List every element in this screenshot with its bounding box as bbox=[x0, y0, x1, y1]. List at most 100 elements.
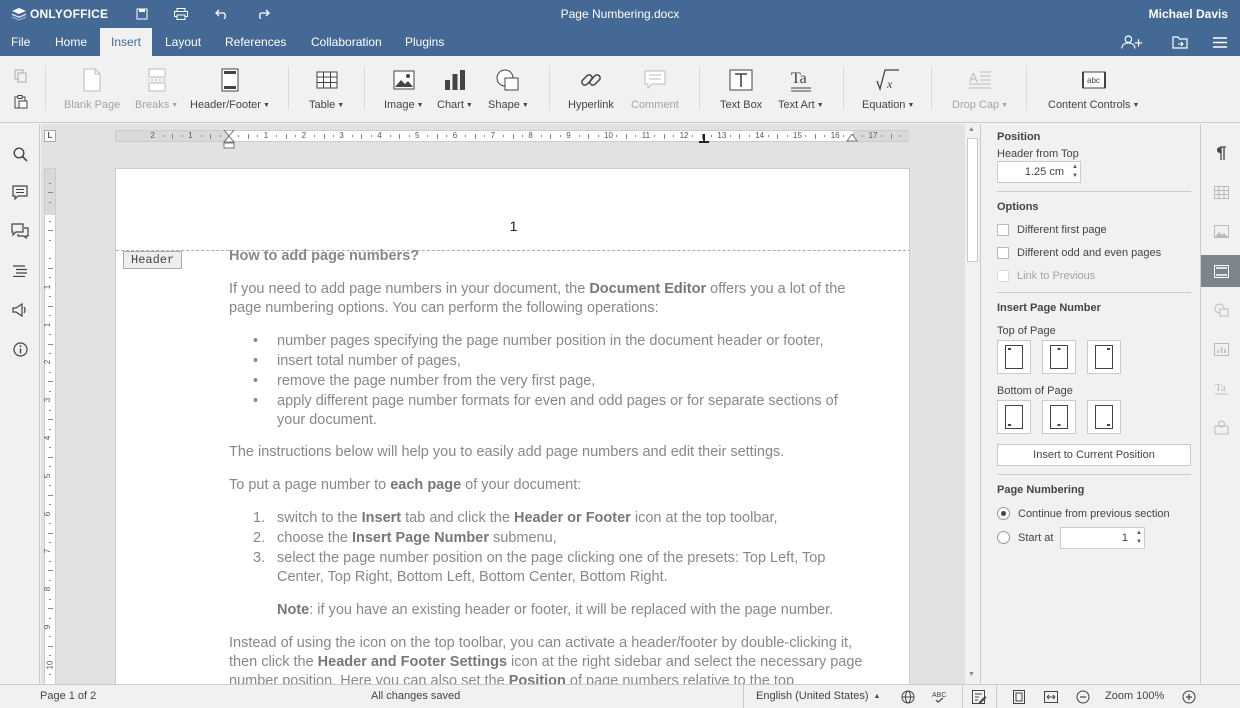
tab-stop-selector[interactable]: L bbox=[44, 130, 56, 142]
tab-collaboration[interactable]: Collaboration bbox=[300, 28, 393, 56]
header-footer-button[interactable]: Header/Footer ▼ bbox=[190, 64, 270, 120]
tab-layout[interactable]: Layout bbox=[154, 28, 212, 56]
tab-home[interactable]: Home bbox=[44, 28, 98, 56]
tab-file[interactable]: File bbox=[0, 28, 41, 56]
toolbar: Blank Page Breaks ▼ Header/Footer ▼ Table ▼… bbox=[0, 56, 1240, 123]
search-icon[interactable] bbox=[10, 144, 30, 164]
blank-page-button[interactable]: Blank Page bbox=[64, 64, 120, 120]
fit-to-width-icon[interactable] bbox=[1043, 689, 1059, 705]
horizontal-ruler[interactable]: 2 1 1 2 3 4 5 6 7 8 9 10 11 12 13 14 15 16 17 bbox=[115, 130, 909, 149]
start-at-stepper[interactable]: 1 ▲ ▼ bbox=[1060, 527, 1145, 549]
document-body[interactable]: How to add page numbers? If you need to … bbox=[229, 248, 869, 684]
drop-cap-label: Drop Cap bbox=[952, 99, 1000, 111]
text-art-button[interactable]: Ta Text Art ▼ bbox=[778, 64, 824, 120]
zoom-in-icon[interactable] bbox=[1181, 689, 1197, 705]
ruler-number: 3 bbox=[339, 131, 344, 140]
table-settings-icon[interactable] bbox=[1211, 182, 1231, 202]
breaks-button[interactable]: Breaks ▼ bbox=[135, 64, 178, 120]
page-top-right-icon bbox=[1095, 345, 1113, 369]
comments-icon[interactable] bbox=[10, 182, 30, 202]
insert-to-current-position-button[interactable]: Insert to Current Position bbox=[997, 444, 1191, 466]
page-indicator[interactable]: Page 1 of 2 bbox=[40, 690, 96, 702]
open-location-icon[interactable] bbox=[1168, 33, 1192, 51]
content-controls-button[interactable]: abc Content Controls ▼ bbox=[1048, 64, 1139, 120]
image-button[interactable]: Image ▼ bbox=[384, 64, 424, 120]
zoom-level[interactable]: Zoom 100% bbox=[1105, 690, 1164, 702]
svg-text:Ta: Ta bbox=[1215, 382, 1226, 394]
table-button[interactable]: Table ▼ bbox=[309, 64, 344, 120]
equation-icon: x bbox=[876, 64, 900, 96]
copy-icon[interactable] bbox=[14, 69, 28, 86]
top-left-preset-button[interactable] bbox=[997, 340, 1031, 374]
drop-cap-button[interactable]: A Drop Cap ▼ bbox=[952, 64, 1008, 120]
hamburger-menu-icon[interactable] bbox=[1208, 33, 1232, 51]
paragraph-settings-icon[interactable] bbox=[1211, 143, 1231, 163]
hyperlink-button[interactable]: Hyperlink bbox=[568, 64, 614, 120]
ruler-number: 5 bbox=[415, 131, 420, 140]
breaks-icon bbox=[146, 64, 167, 96]
shape-button[interactable]: Shape ▼ bbox=[488, 64, 529, 120]
svg-text:x: x bbox=[886, 77, 893, 91]
ruler-number: 11 bbox=[641, 131, 651, 140]
zoom-out-icon[interactable] bbox=[1075, 689, 1091, 705]
language-selector[interactable]: English (United States) ▲ bbox=[756, 690, 880, 702]
tab-plugins[interactable]: Plugins bbox=[394, 28, 455, 56]
ruler-number: 10 bbox=[45, 660, 55, 670]
comment-button[interactable]: Comment bbox=[631, 64, 679, 120]
paste-icon[interactable] bbox=[14, 95, 28, 112]
text-art-label: Text Art bbox=[778, 99, 815, 111]
equation-button[interactable]: x Equation ▼ bbox=[862, 64, 914, 120]
different-first-page-checkbox[interactable]: Different first page bbox=[997, 224, 1107, 236]
chat-icon[interactable] bbox=[10, 221, 30, 241]
bottom-right-preset-button[interactable] bbox=[1087, 400, 1121, 434]
bottom-of-page-label: Bottom of Page bbox=[997, 385, 1073, 397]
vertical-scrollbar[interactable]: ▲ ▼ bbox=[965, 124, 980, 684]
fit-to-page-icon[interactable] bbox=[1011, 689, 1027, 705]
ruler-number: 3 bbox=[43, 397, 53, 403]
user-name[interactable]: Michael Davis bbox=[1149, 7, 1228, 21]
doc-paragraph-1: If you need to add page numbers in your … bbox=[229, 281, 846, 316]
about-info-icon[interactable] bbox=[10, 339, 30, 359]
indent-marker-icon[interactable] bbox=[223, 130, 235, 154]
ruler-number: 1 bbox=[43, 322, 53, 327]
link-to-previous-checkbox[interactable]: Link to Previous bbox=[997, 270, 1095, 282]
image-settings-icon[interactable] bbox=[1211, 221, 1231, 241]
header-footer-settings-icon[interactable] bbox=[1211, 261, 1231, 281]
doc-paragraph-2: The instructions below will help you to … bbox=[229, 444, 785, 460]
scrollbar-thumb[interactable] bbox=[967, 138, 978, 262]
signature-settings-icon[interactable] bbox=[1211, 417, 1231, 437]
tab-insert[interactable]: Insert bbox=[100, 28, 153, 56]
track-changes-icon[interactable] bbox=[971, 689, 987, 705]
right-indent-marker-icon[interactable] bbox=[846, 134, 858, 144]
page-bottom-center-icon bbox=[1050, 405, 1068, 429]
ruler-number: 8 bbox=[528, 131, 533, 140]
list-item: 2. choose the Insert Page Number submenu, bbox=[253, 530, 557, 546]
document-page[interactable]: 1 Header How to add page numbers? If you… bbox=[115, 168, 910, 684]
bottom-left-preset-button[interactable] bbox=[997, 400, 1031, 434]
ruler-number: 6 bbox=[452, 131, 458, 140]
tab-stop-marker-icon[interactable] bbox=[698, 134, 710, 144]
header-from-top-stepper[interactable]: 1.25 cm ▲ ▼ bbox=[997, 161, 1081, 183]
share-user-icon[interactable] bbox=[1121, 33, 1145, 51]
top-center-preset-button[interactable] bbox=[1042, 340, 1076, 374]
spellcheck-icon[interactable]: ABC bbox=[932, 689, 948, 705]
text-box-button[interactable]: Text Box bbox=[720, 64, 762, 120]
continue-from-previous-radio[interactable]: Continue from previous section bbox=[997, 507, 1170, 520]
ruler-number: 2 bbox=[150, 131, 155, 140]
header-page-number[interactable]: 1 bbox=[116, 218, 909, 234]
top-right-preset-button[interactable] bbox=[1087, 340, 1121, 374]
chart-button[interactable]: Chart ▼ bbox=[437, 64, 473, 120]
navigation-icon[interactable] bbox=[10, 261, 30, 281]
feedback-icon[interactable] bbox=[10, 300, 30, 320]
tab-references[interactable]: References bbox=[214, 28, 297, 56]
chart-settings-icon[interactable] bbox=[1211, 339, 1231, 359]
drop-cap-icon: A bbox=[969, 64, 991, 96]
globe-icon[interactable] bbox=[900, 689, 916, 705]
text-art-settings-icon[interactable]: Ta bbox=[1211, 378, 1231, 398]
header-footer-label: Header/Footer bbox=[190, 99, 261, 111]
different-odd-even-checkbox[interactable]: Different odd and even pages bbox=[997, 247, 1161, 259]
bottom-center-preset-button[interactable] bbox=[1042, 400, 1076, 434]
shape-settings-icon[interactable] bbox=[1211, 300, 1231, 320]
start-at-radio[interactable]: Start at bbox=[997, 531, 1053, 544]
vertical-ruler[interactable]: 1 1 2 3 4 5 6 7 8 9 10 bbox=[43, 168, 56, 684]
